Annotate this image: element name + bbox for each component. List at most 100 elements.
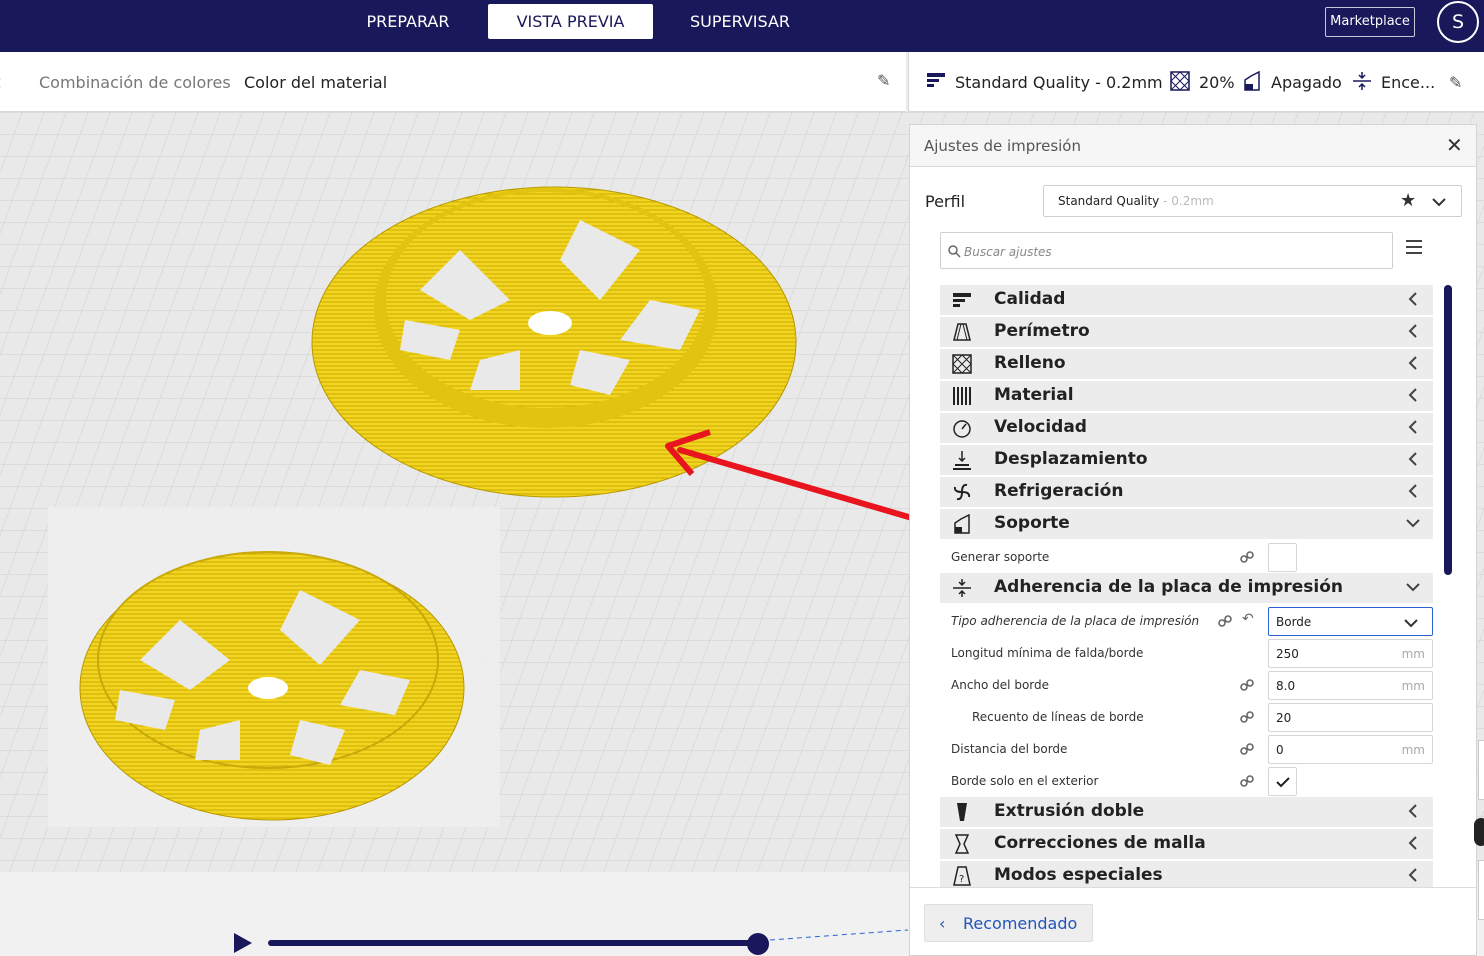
support-icon (954, 514, 970, 534)
infill-icon (1170, 71, 1190, 91)
reset-icon[interactable]: ↶ (1242, 611, 1254, 627)
mesh-fixes-icon (954, 834, 970, 854)
profile-dropdown[interactable]: Standard Quality - 0.2mm ★ (1043, 185, 1462, 217)
print-setup-summary[interactable]: Standard Quality - 0.2mm 20% Apagado Enc… (908, 52, 1484, 112)
chevron-left-icon (1408, 292, 1417, 306)
account-avatar[interactable]: S (1437, 1, 1479, 43)
setting-brim-outside-only: Borde solo en el exterior (940, 765, 1433, 797)
support-icon (1244, 70, 1260, 91)
tab-monitor[interactable]: SUPERVISAR (670, 4, 810, 39)
layer-timeline-track[interactable] (268, 940, 758, 946)
chevron-left-icon (1408, 804, 1417, 818)
min-skirt-length-input[interactable]: 250 mm (1268, 639, 1433, 668)
category-calidad[interactable]: Calidad (940, 285, 1433, 315)
link-icon (1240, 679, 1254, 691)
category-soporte[interactable]: Soporte (940, 509, 1433, 539)
profile-name: Standard Quality - 0.2mm (1058, 194, 1214, 208)
support-summary: Apagado (1271, 73, 1342, 92)
category-material[interactable]: Material (940, 381, 1433, 411)
chevron-left-icon (1408, 484, 1417, 498)
profile-label: Perfil (925, 192, 966, 211)
category-relleno[interactable]: Relleno (940, 349, 1433, 379)
inset-preview-background (48, 507, 500, 827)
brim-line-count-input[interactable]: 20 (1268, 703, 1433, 732)
infill-summary: 20% (1199, 73, 1235, 92)
pencil-icon[interactable]: ✎ (877, 71, 890, 90)
shell-icon (953, 323, 971, 341)
panel-footer: ‹ Recomendado (910, 887, 1476, 955)
link-icon (1240, 711, 1254, 723)
stage-bar: PREPARAR VISTA PREVIA SUPERVISAR Marketp… (0, 0, 1484, 52)
category-refrigeracion[interactable]: Refrigeración (940, 477, 1433, 507)
search-placeholder: Buscar ajustes (964, 245, 1052, 259)
category-desplazamiento[interactable]: Desplazamiento (940, 445, 1433, 475)
material-icon (953, 387, 971, 405)
side-toggle-handle[interactable] (1474, 818, 1484, 846)
checkmark-icon (1276, 777, 1290, 788)
setting-brim-width: Ancho del borde 8.0 mm (940, 669, 1433, 701)
panel-header: Ajustes de impresión ✕ (910, 125, 1476, 167)
dual-extrusion-icon (957, 803, 967, 821)
chevron-left-icon (1408, 868, 1417, 882)
travel-icon (953, 451, 971, 470)
link-icon (1218, 615, 1232, 627)
collapse-chevron-icon[interactable]: ‹ (0, 70, 2, 94)
setting-min-skirt-length: Longitud mínima de falda/borde 250 mm (940, 637, 1433, 669)
adhesion-summary: Ence... (1381, 73, 1436, 92)
pencil-icon[interactable]: ✎ (1449, 73, 1462, 92)
marketplace-button[interactable]: Marketplace (1325, 7, 1415, 37)
color-scheme-label: Combinación de colores (39, 73, 231, 92)
close-icon[interactable]: ✕ (1446, 133, 1463, 157)
settings-search-input[interactable]: Buscar ajustes (940, 232, 1393, 269)
print-settings-panel: Ajustes de impresión ✕ Perfil Standard Q… (909, 124, 1477, 956)
chevron-down-icon (1406, 583, 1420, 592)
chevron-left-icon (1408, 324, 1417, 338)
tab-preview[interactable]: VISTA PREVIA (488, 4, 653, 39)
chevron-left-icon (1408, 388, 1417, 402)
chevron-left-icon (1408, 836, 1417, 850)
timeline-handle[interactable] (747, 933, 769, 955)
infill-icon (952, 354, 972, 374)
brim-width-input[interactable]: 8.0 mm (1268, 671, 1433, 700)
recommended-button[interactable]: ‹ Recomendado (924, 904, 1093, 942)
settings-list[interactable]: Calidad Perímetro Relleno Material Veloc… (910, 283, 1476, 887)
setting-adhesion-type: Tipo adherencia de la placa de impresión… (940, 605, 1433, 637)
chevron-down-icon (1404, 619, 1418, 628)
chevron-down-icon (1406, 519, 1420, 528)
setting-brim-distance: Distancia del borde 0 mm (940, 733, 1433, 765)
link-icon (1240, 775, 1254, 787)
quality-icon (927, 73, 945, 87)
adhesion-icon (953, 579, 971, 597)
link-icon (1240, 551, 1254, 563)
side-panel-edge (1478, 740, 1484, 800)
chevron-left-icon (1408, 356, 1417, 370)
quality-profile-summary: Standard Quality - 0.2mm (955, 73, 1163, 92)
setting-brim-line-count: Recuento de líneas de borde 20 (940, 701, 1433, 733)
adhesion-type-dropdown[interactable]: Borde (1268, 607, 1433, 636)
hamburger-menu-icon[interactable] (1406, 240, 1422, 258)
category-modos-especiales[interactable]: ? Modos especiales (940, 861, 1433, 887)
chevron-down-icon (1432, 198, 1446, 207)
star-icon[interactable]: ★ (1400, 190, 1416, 211)
category-perimetro[interactable]: Perímetro (940, 317, 1433, 347)
category-velocidad[interactable]: Velocidad (940, 413, 1433, 443)
settings-scrollbar[interactable] (1444, 285, 1452, 575)
setting-generate-support: Generar soporte (940, 541, 1433, 573)
brim-outside-only-checkbox[interactable] (1268, 767, 1297, 796)
tab-prepare[interactable]: PREPARAR (343, 4, 473, 39)
category-adherencia[interactable]: Adherencia de la placa de impresión (940, 573, 1433, 603)
panel-title: Ajustes de impresión (924, 137, 1081, 155)
category-extrusion-doble[interactable]: Extrusión doble (940, 797, 1433, 827)
side-panel-edge (1478, 860, 1484, 920)
chevron-left-icon: ‹ (939, 914, 946, 933)
category-correcciones-malla[interactable]: Correcciones de malla (940, 829, 1433, 859)
svg-text:?: ? (959, 874, 964, 885)
speed-icon (953, 420, 971, 438)
search-icon (948, 245, 961, 258)
generate-support-checkbox[interactable] (1268, 543, 1297, 572)
brim-distance-input[interactable]: 0 mm (1268, 735, 1433, 764)
special-modes-icon: ? (953, 866, 971, 886)
color-scheme-value[interactable]: Color del material (244, 73, 387, 92)
chevron-left-icon (1408, 452, 1417, 466)
play-icon[interactable] (234, 933, 252, 953)
